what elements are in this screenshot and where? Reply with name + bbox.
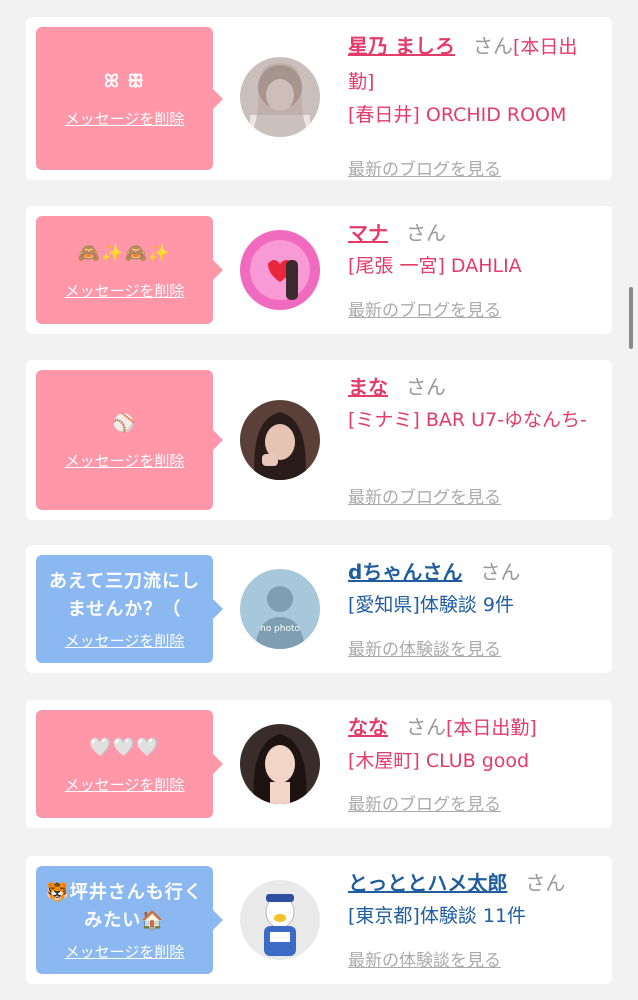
message-bubble: あえて三刀流にしませんか？（ メッセージを削除 — [36, 555, 223, 663]
sender-name-link[interactable]: dちゃんさん — [348, 560, 462, 584]
message-card: 🤍🤍🤍 メッセージを削除 なな さん[本日出勤] [木屋町] CLUB good … — [26, 700, 612, 828]
shop-info: [木屋町] CLUB good — [348, 750, 530, 772]
honorific: さん — [406, 375, 446, 399]
sender-info: dちゃんさん さん [愛知県]体験談 9件 最新の体験談を見る — [348, 555, 598, 660]
message-card: あえて三刀流にしませんか？（ メッセージを削除 no photo dちゃんさんさ… — [26, 545, 612, 673]
sender-info: マナ さん [尾張 一宮] DAHLIA 最新のブログを見る — [348, 216, 598, 321]
latest-review-link[interactable]: 最新の体験談を見る — [348, 635, 501, 660]
avatar[interactable]: no photo — [240, 569, 320, 649]
sender-name-link[interactable]: とっととハメ太郎 — [348, 871, 507, 895]
message-text: あえて三刀流にしませんか？（ — [48, 570, 201, 620]
message-text: 🤍🤍🤍 — [89, 736, 160, 758]
shop-info: [ミナミ] BAR U7-ゆなんち- — [348, 409, 587, 431]
delete-message-link[interactable]: メッセージを削除 — [65, 108, 185, 129]
latest-blog-link[interactable]: 最新のブログを見る — [348, 296, 501, 321]
sender-info: まな さん [ミナミ] BAR U7-ゆなんち- 最新のブログを見る — [348, 370, 598, 508]
shop-info: [愛知県]体験談 9件 — [348, 594, 514, 616]
latest-blog-link[interactable]: 最新のブログを見る — [348, 790, 501, 815]
status-badge: [本日出勤] — [446, 717, 537, 739]
message-bubble: 🙈✨🙈✨ メッセージを削除 — [36, 216, 223, 324]
sender-info: なな さん[本日出勤] [木屋町] CLUB good 最新のブログを見る — [348, 710, 598, 815]
honorific: さん — [525, 871, 566, 895]
honorific: さん — [472, 34, 513, 58]
avatar[interactable] — [240, 880, 320, 960]
message-card: ⚾ メッセージを削除 まな さん [ミナミ] BAR U7-ゆなんち- 最新のブロ… — [26, 360, 612, 520]
honorific: さん — [406, 715, 446, 739]
avatar[interactable] — [240, 724, 320, 804]
message-text: ꕤ ꕥ — [104, 71, 145, 92]
message-bubble: 🤍🤍🤍 メッセージを削除 — [36, 710, 223, 818]
message-card: ꕤ ꕥ メッセージを削除 星乃 ましろ さん[本日出勤] [春日井] ORCHID… — [26, 17, 612, 180]
avatar[interactable] — [240, 57, 320, 137]
avatar[interactable] — [240, 400, 320, 480]
sender-name-link[interactable]: 星乃 ましろ — [348, 34, 455, 58]
message-text: 🙈✨🙈✨ — [77, 242, 172, 264]
message-text: 🐯坪井さんも行くみたい🏠 — [46, 881, 203, 931]
sender-name-link[interactable]: まな — [348, 375, 388, 399]
avatar[interactable] — [240, 230, 320, 310]
sender-info: とっととハメ太郎 さん [東京都]体験談 11件 最新の体験談を見る — [348, 866, 598, 971]
delete-message-link[interactable]: メッセージを削除 — [65, 630, 185, 651]
message-card: 🐯坪井さんも行くみたい🏠 メッセージを削除 とっととハメ太郎 さん [東京都]体験… — [26, 856, 612, 984]
shop-info: [東京都]体験談 11件 — [348, 905, 527, 927]
delete-message-link[interactable]: メッセージを削除 — [65, 450, 185, 471]
latest-review-link[interactable]: 最新の体験談を見る — [348, 946, 501, 971]
delete-message-link[interactable]: メッセージを削除 — [65, 774, 185, 795]
latest-blog-link[interactable]: 最新のブログを見る — [348, 483, 501, 508]
sender-name-link[interactable]: マナ — [348, 221, 388, 245]
shop-info: [春日井] ORCHID ROOM — [348, 104, 567, 126]
sender-name-link[interactable]: なな — [348, 715, 388, 739]
message-card: 🙈✨🙈✨ メッセージを削除 マナ さん [尾張 一宮] DAHLIA 最新のブログ… — [26, 206, 612, 334]
honorific: さん — [406, 221, 446, 245]
message-bubble: ⚾ メッセージを削除 — [36, 370, 223, 510]
delete-message-link[interactable]: メッセージを削除 — [65, 280, 185, 301]
no-photo-label: no photo — [260, 624, 301, 634]
shop-info: [尾張 一宮] DAHLIA — [348, 255, 522, 277]
sender-info: 星乃 ましろ さん[本日出勤] [春日井] ORCHID ROOM 最新のブログを… — [348, 29, 598, 180]
honorific: さん — [480, 560, 521, 584]
message-bubble: ꕤ ꕥ メッセージを削除 — [36, 27, 223, 170]
scrollbar[interactable] — [629, 287, 633, 349]
message-bubble: 🐯坪井さんも行くみたい🏠 メッセージを削除 — [36, 866, 223, 974]
latest-blog-link[interactable]: 最新のブログを見る — [348, 155, 501, 180]
delete-message-link[interactable]: メッセージを削除 — [65, 941, 185, 962]
message-text: ⚾ — [112, 412, 137, 434]
